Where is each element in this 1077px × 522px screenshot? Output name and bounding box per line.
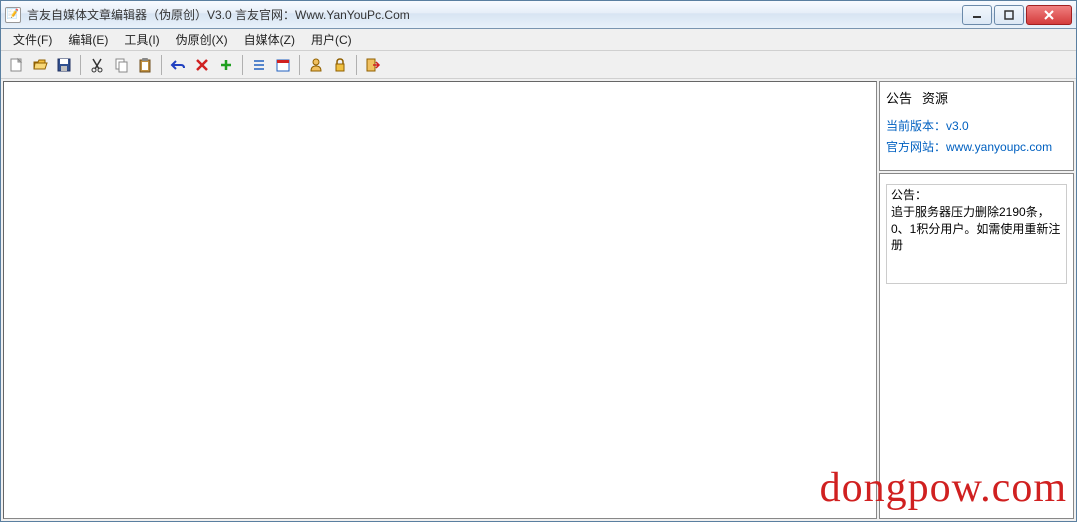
announce-title: 公告： xyxy=(891,187,1062,204)
user-icon[interactable] xyxy=(305,54,327,76)
save-icon[interactable] xyxy=(53,54,75,76)
menu-pseudo[interactable]: 伪原创(X) xyxy=(168,29,236,50)
calendar-icon[interactable] xyxy=(272,54,294,76)
undo-icon[interactable] xyxy=(167,54,189,76)
paste-icon[interactable] xyxy=(134,54,156,76)
open-file-icon[interactable] xyxy=(29,54,51,76)
content-area: 公告 资源 当前版本：v3.0 官方网站：www.yanyoupc.com 公告… xyxy=(1,79,1076,521)
menu-edit[interactable]: 编辑(E) xyxy=(60,29,116,50)
exit-icon[interactable] xyxy=(362,54,384,76)
site-label: 官方网站： xyxy=(886,140,946,154)
menubar: 文件(F) 编辑(E) 工具(I) 伪原创(X) 自媒体(Z) 用户(C) xyxy=(1,29,1076,51)
sidebar: 公告 资源 当前版本：v3.0 官方网站：www.yanyoupc.com 公告… xyxy=(879,81,1074,519)
separator xyxy=(356,55,357,75)
cut-icon[interactable] xyxy=(86,54,108,76)
menu-user[interactable]: 用户(C) xyxy=(303,29,360,50)
tab-resource[interactable]: 资源 xyxy=(922,88,948,107)
version-value: v3.0 xyxy=(946,119,969,133)
delete-icon[interactable] xyxy=(191,54,213,76)
maximize-button[interactable] xyxy=(994,5,1024,25)
tab-announce[interactable]: 公告 xyxy=(886,88,912,107)
menu-file[interactable]: 文件(F) xyxy=(5,29,60,50)
site-link[interactable]: www.yanyoupc.com xyxy=(946,140,1052,154)
toolbar xyxy=(1,51,1076,79)
lock-icon[interactable] xyxy=(329,54,351,76)
titlebar: 📝 言友自媒体文章编辑器（伪原创）V3.0 言友官网：Www.YanYouPc.… xyxy=(1,1,1076,29)
announce-body: 追于服务器压力删除2190条，0、1积分用户。如需使用重新注册 xyxy=(891,204,1062,254)
text-editor[interactable] xyxy=(3,81,877,519)
close-button[interactable] xyxy=(1026,5,1072,25)
window-controls xyxy=(960,5,1072,25)
version-label: 当前版本： xyxy=(886,119,946,133)
separator xyxy=(80,55,81,75)
menu-media[interactable]: 自媒体(Z) xyxy=(236,29,303,50)
list-icon[interactable] xyxy=(248,54,270,76)
separator xyxy=(161,55,162,75)
copy-icon[interactable] xyxy=(110,54,132,76)
announcement-box: 公告： 追于服务器压力删除2190条，0、1积分用户。如需使用重新注册 xyxy=(886,184,1067,284)
window-title: 言友自媒体文章编辑器（伪原创）V3.0 言友官网：Www.YanYouPc.Co… xyxy=(27,6,960,23)
sidebar-announce-panel: 公告： 追于服务器压力删除2190条，0、1积分用户。如需使用重新注册 xyxy=(879,173,1074,519)
app-window: 📝 言友自媒体文章编辑器（伪原创）V3.0 言友官网：Www.YanYouPc.… xyxy=(0,0,1077,522)
app-icon: 📝 xyxy=(5,7,21,23)
new-file-icon[interactable] xyxy=(5,54,27,76)
menu-tools[interactable]: 工具(I) xyxy=(116,29,167,50)
minimize-button[interactable] xyxy=(962,5,992,25)
add-icon[interactable] xyxy=(215,54,237,76)
sidebar-info-panel: 公告 资源 当前版本：v3.0 官方网站：www.yanyoupc.com xyxy=(879,81,1074,171)
separator xyxy=(299,55,300,75)
separator xyxy=(242,55,243,75)
